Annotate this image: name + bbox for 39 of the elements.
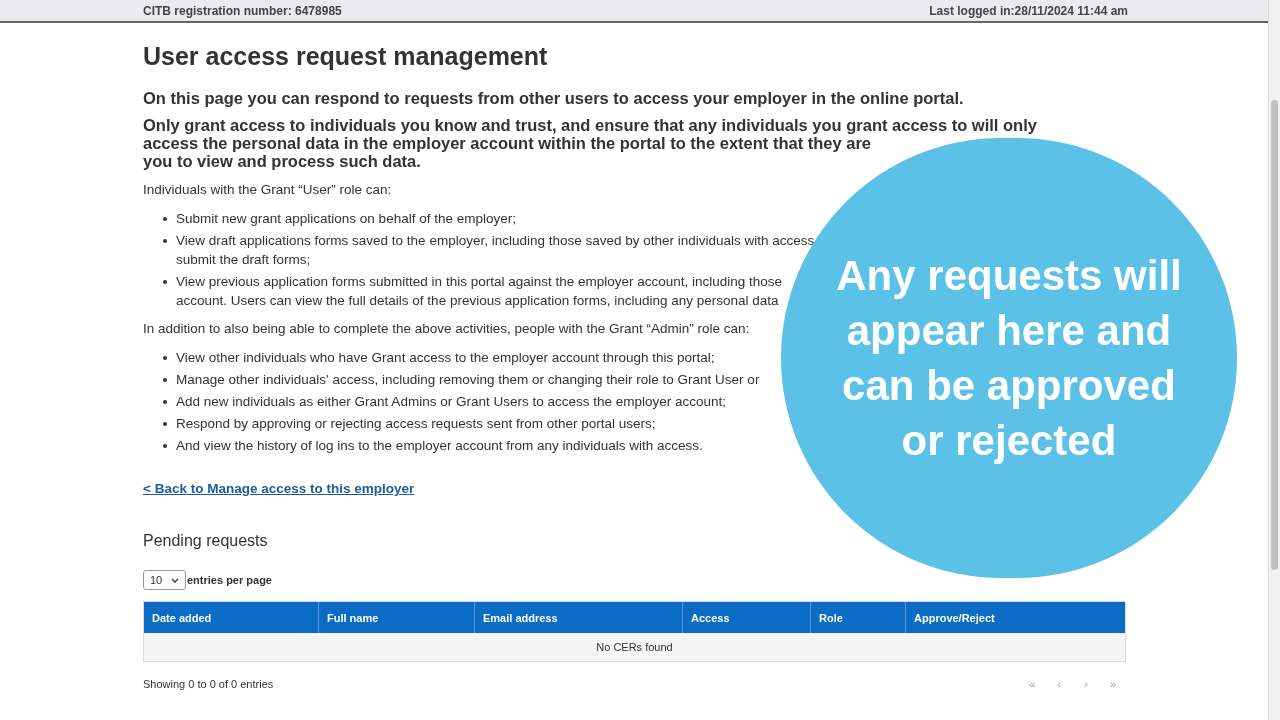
bullet-icon bbox=[163, 217, 167, 221]
bullet-icon bbox=[163, 280, 167, 284]
pager-button[interactable]: › bbox=[1081, 676, 1091, 693]
bullet-text: View previous application forms submitted in this portal against the employer account, including those account. Users can view the full details of the previous application forms, including any personal data bbox=[176, 273, 783, 310]
callout-text: Any requests will bbox=[836, 251, 1182, 301]
pager-button[interactable]: ‹ bbox=[1054, 676, 1064, 693]
page-title: User access request management bbox=[143, 41, 549, 71]
callout-text: or rejected bbox=[901, 416, 1117, 466]
pager-button[interactable]: » bbox=[1108, 676, 1118, 693]
chevron-down-icon bbox=[171, 577, 179, 583]
bullet-icon bbox=[163, 444, 167, 448]
admin-role-heading: In addition to also being able to complete the above activities, people with the Grant “Admin” role can: bbox=[143, 320, 750, 338]
column-header: Date added bbox=[151, 610, 213, 626]
entries-summary: Showing 0 to 0 of 0 entries bbox=[143, 677, 274, 693]
bullet-icon bbox=[163, 378, 167, 382]
page-size-label: entries per page bbox=[187, 573, 272, 588]
bullet-icon bbox=[163, 356, 167, 360]
last-logged-in: Last logged in:28/11/2024 11:44 am bbox=[929, 3, 1128, 18]
empty-row: No CERs found bbox=[144, 633, 1125, 662]
bullet-text: Add new individuals as either Grant Admins or Grant Users to access the employer account; bbox=[176, 393, 726, 411]
user-role-heading: Individuals with the Grant “User” role can: bbox=[143, 181, 392, 199]
bullet-text: View other individuals who have Grant access to the employer account through this portal; bbox=[176, 349, 715, 367]
callout-text: can be approved bbox=[842, 361, 1176, 411]
bullet-text: Manage other individuals' access, including removing them or changing their role to Grant User or bbox=[176, 371, 760, 389]
pager-button[interactable]: « bbox=[1027, 676, 1037, 693]
bullet-icon bbox=[163, 239, 167, 243]
callout-text: appear here and bbox=[846, 306, 1172, 356]
bullet-text: And view the history of log ins to the employer account from any individuals with access. bbox=[176, 437, 703, 455]
bullet-text: View draft applications forms saved to the employer, including those saved by other individuals with access submit the draft forms; bbox=[176, 232, 815, 269]
bullet-text: Submit new grant applications on behalf of the employer; bbox=[176, 210, 516, 228]
bullet-text: Respond by approving or rejecting access requests sent from other portal users; bbox=[176, 415, 656, 433]
warning-text: Only grant access to individuals you know and trust, and ensure that any individuals you grant access to will only access the personal data in the employer account within the portal to the extent that they are you to view and process such data. bbox=[143, 116, 1038, 170]
back-link[interactable]: < Back to Manage access to this employer bbox=[143, 479, 415, 500]
bullet-icon bbox=[163, 422, 167, 426]
section-title: Pending requests bbox=[143, 531, 269, 552]
bullet-icon bbox=[163, 400, 167, 404]
registration-number: CITB registration number: 6478985 bbox=[143, 3, 342, 18]
page-size-select[interactable]: 10 bbox=[143, 570, 186, 591]
intro-text: On this page you can respond to requests from other users to access your employer in the online portal. bbox=[143, 88, 965, 108]
